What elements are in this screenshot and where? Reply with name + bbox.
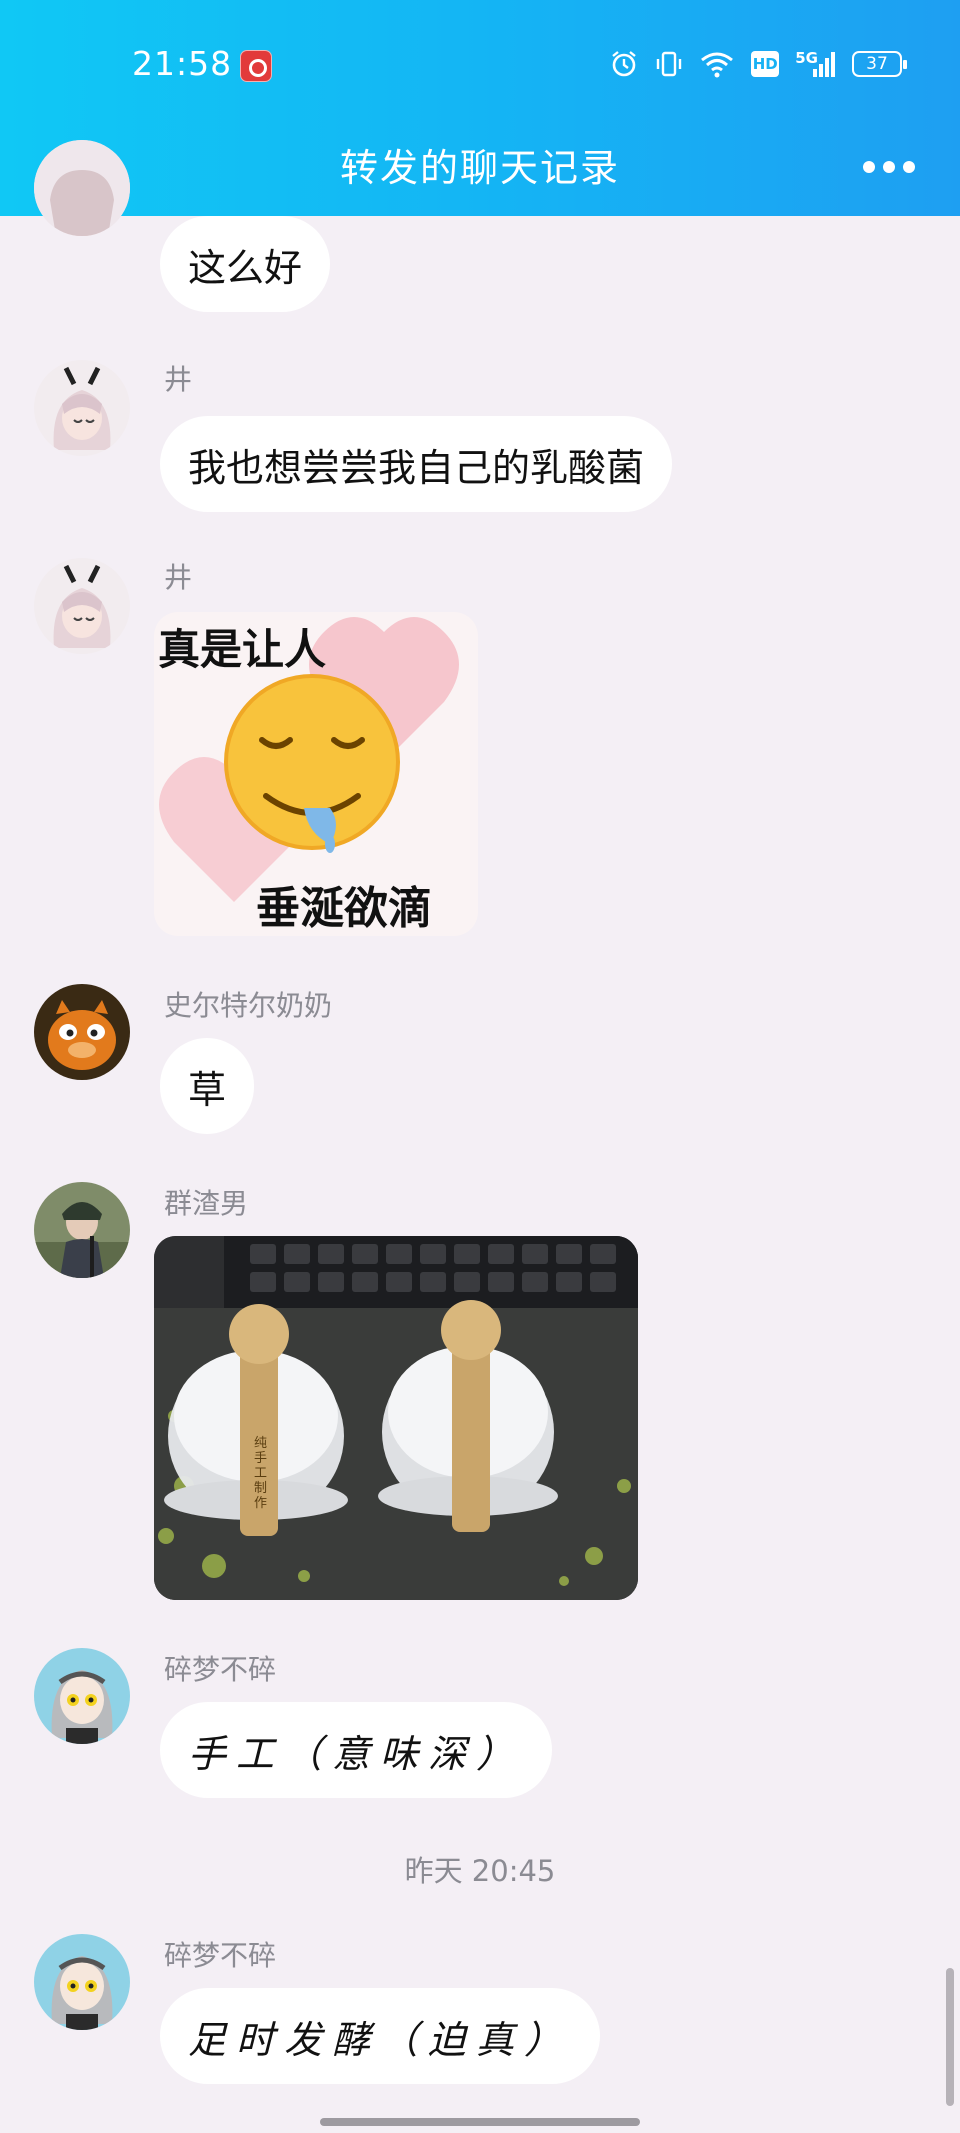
status-icons: HD 5G 37 bbox=[609, 47, 907, 81]
avatar[interactable] bbox=[34, 1182, 130, 1278]
sender-name: 群渣男 bbox=[164, 1187, 249, 1220]
message-text: 足时发酵（迫真） bbox=[188, 2017, 573, 2062]
message-bubble[interactable]: 我也想尝尝我自己的乳酸菌 bbox=[160, 416, 673, 512]
sticker-caption-bottom: 垂涎欲滴 bbox=[256, 883, 432, 934]
alarm-icon bbox=[609, 49, 639, 79]
photo-label-text: 纯手工制作 bbox=[254, 1436, 268, 1511]
sender-name: 井 bbox=[164, 363, 193, 396]
avatar[interactable] bbox=[34, 1648, 130, 1744]
photo-image[interactable]: 纯手工制作 bbox=[154, 1236, 638, 1600]
message-bubble[interactable]: 足时发酵（迫真） bbox=[160, 1988, 601, 2084]
status-bar: 21:58 HD 5G 37 bbox=[0, 0, 960, 120]
vibrate-icon bbox=[655, 49, 683, 79]
battery-icon: 37 bbox=[852, 49, 907, 79]
netease-music-icon bbox=[240, 50, 272, 82]
wifi-icon bbox=[699, 49, 735, 79]
sender-name: 碎梦不碎 bbox=[164, 1653, 277, 1686]
message-bubble[interactable]: 这么好 bbox=[160, 216, 331, 312]
page-title: 转发的聊天记录 bbox=[339, 146, 620, 190]
message-text: 手工（意味深） bbox=[188, 1731, 525, 1776]
home-indicator[interactable] bbox=[320, 2118, 640, 2126]
message-bubble[interactable]: 手工（意味深） bbox=[160, 1702, 553, 1798]
hd-icon: HD bbox=[751, 49, 780, 79]
battery-level: 37 bbox=[852, 51, 907, 77]
message-text: 我也想尝尝我自己的乳酸菌 bbox=[188, 445, 645, 490]
message-text: 草 bbox=[188, 1067, 227, 1112]
signal-5g-icon: 5G bbox=[795, 49, 836, 79]
sender-name: 碎梦不碎 bbox=[164, 1939, 277, 1972]
app-header: 21:58 HD 5G 37 转发的聊天记录 bbox=[0, 0, 960, 216]
more-dots-icon bbox=[863, 161, 915, 173]
sticker-caption-top: 真是让人 bbox=[158, 625, 327, 674]
more-button[interactable] bbox=[854, 142, 924, 192]
avatar[interactable] bbox=[34, 1934, 130, 2030]
scrollbar-thumb[interactable] bbox=[946, 1968, 954, 2106]
status-time: 21:58 bbox=[132, 44, 233, 83]
message-text: 这么好 bbox=[188, 245, 303, 290]
sender-name: 井 bbox=[164, 561, 193, 594]
message-bubble[interactable]: 草 bbox=[160, 1038, 255, 1134]
time-divider: 昨天 20:45 bbox=[404, 1854, 556, 1888]
avatar[interactable] bbox=[34, 984, 130, 1080]
avatar[interactable] bbox=[34, 360, 130, 456]
sender-name: 史尔特尔奶奶 bbox=[164, 989, 333, 1022]
avatar[interactable] bbox=[34, 558, 130, 654]
avatar[interactable] bbox=[34, 140, 130, 236]
sticker-image[interactable]: 真是让人 垂涎欲滴 bbox=[154, 612, 478, 936]
nav-bar: 转发的聊天记录 bbox=[0, 120, 960, 216]
